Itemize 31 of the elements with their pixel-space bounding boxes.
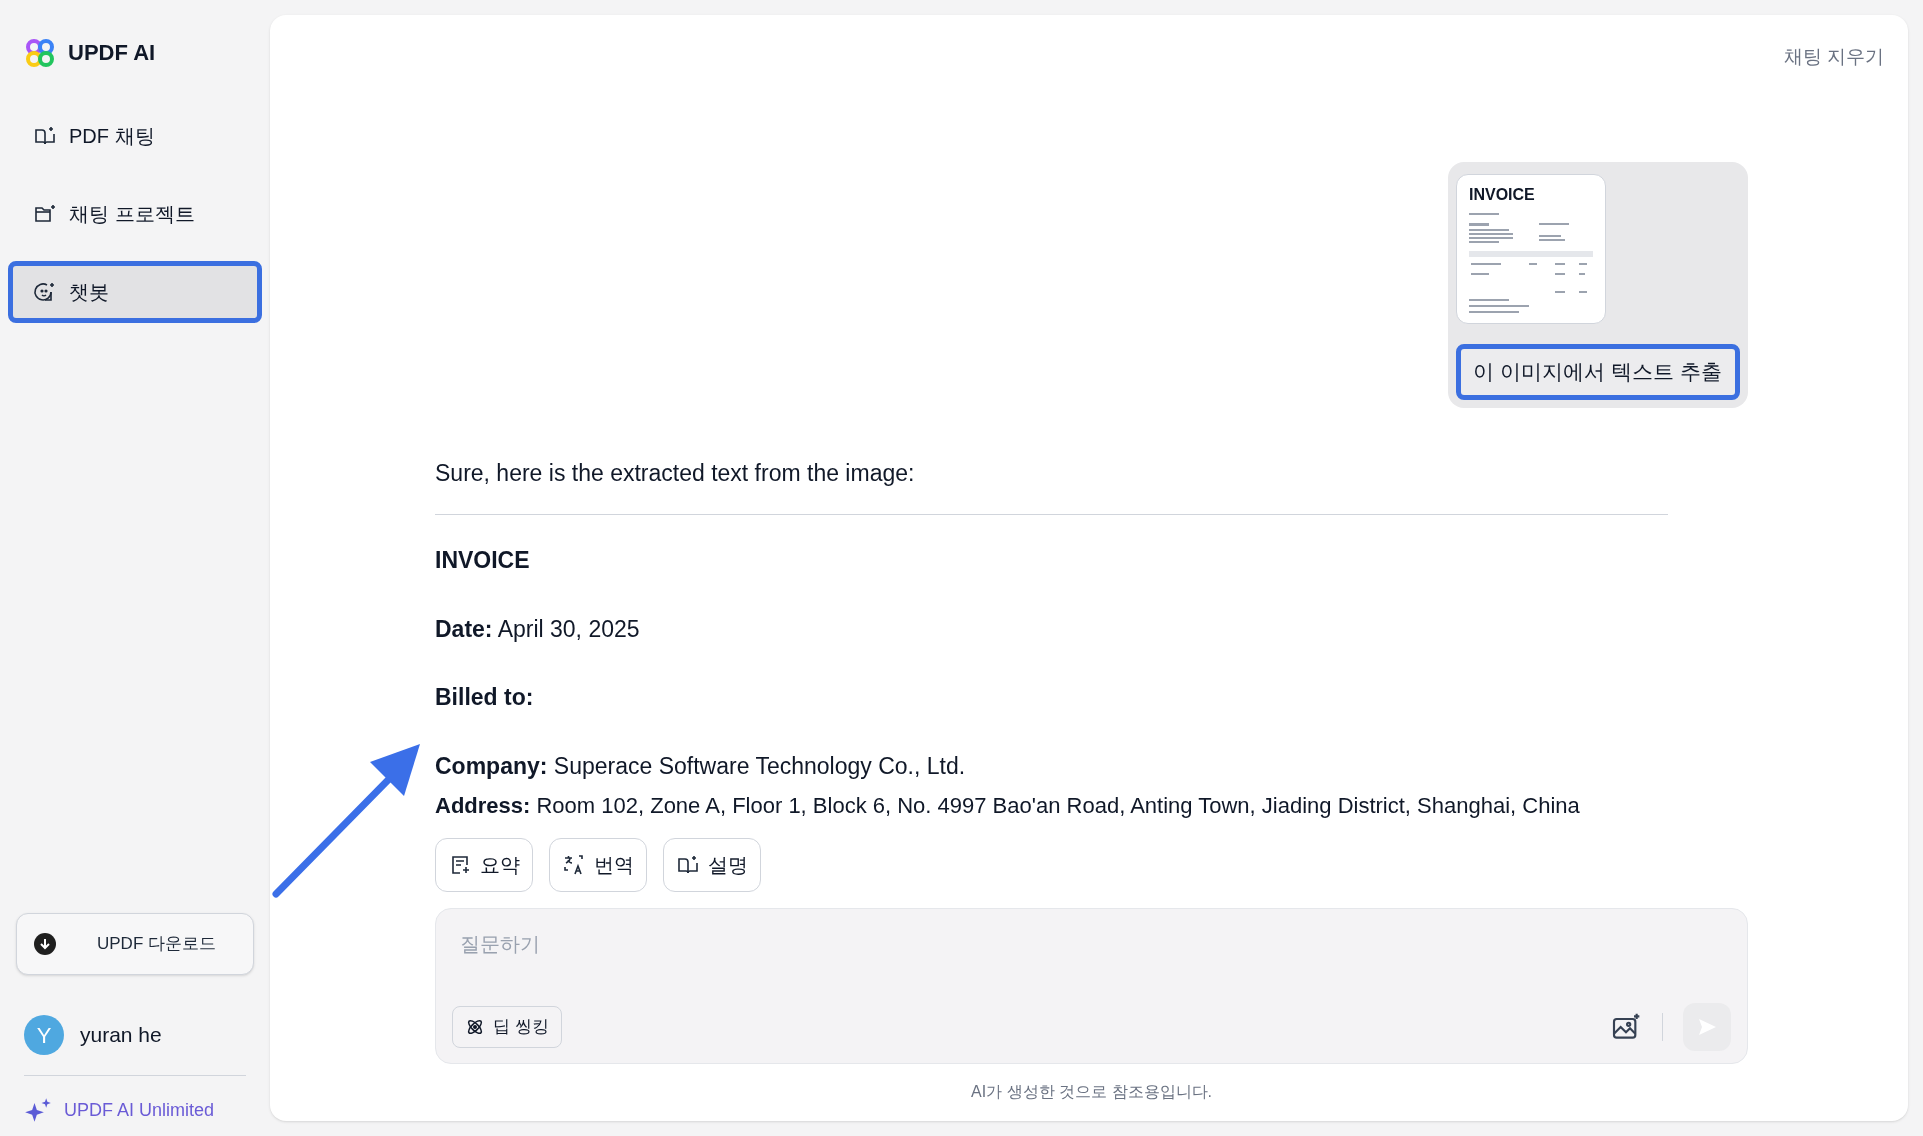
disclaimer-text: AI가 생성한 것으로 참조용입니다. bbox=[970, 1082, 1213, 1102]
app-logo-text: UPDF AI bbox=[68, 39, 156, 67]
response-line: Company: Superace Software Technology Co., Ltd. bbox=[435, 751, 967, 781]
user-avatar: Y bbox=[24, 1015, 64, 1055]
user-name: yuran he bbox=[80, 1022, 162, 1049]
response-line: Date: April 30, 2025 bbox=[435, 614, 641, 644]
invoice-thumbnail[interactable]: INVOICE bbox=[1456, 173, 1606, 324]
sidebar-item[interactable]: 채팅 프로젝트 bbox=[8, 183, 262, 245]
atom-icon bbox=[465, 1017, 485, 1037]
action-chip[interactable]: 요약 bbox=[435, 838, 533, 892]
question-field[interactable]: 질문하기 bbox=[452, 921, 1731, 967]
message-text: 이 이미지에서 텍스트 추출 bbox=[1456, 343, 1740, 400]
sidebar-item[interactable]: PDF 채팅 bbox=[8, 105, 262, 167]
action-chip[interactable]: 설명 bbox=[663, 838, 761, 892]
deep-thinking-button[interactable]: 딥 씽킹 bbox=[452, 1006, 562, 1048]
action-chip[interactable]: 번역 bbox=[549, 838, 647, 892]
download-button[interactable]: UPDF 다운로드 bbox=[16, 913, 254, 975]
invoice-title: INVOICE bbox=[1469, 184, 1536, 205]
response-line: Address: Room 102, Zone A, Floor 1, Block 6, No. 4997 Bao'an Road, Anting Town, Jiading District, Shanghai, China bbox=[435, 792, 1581, 820]
translate-icon bbox=[562, 853, 586, 877]
smiley-icon bbox=[33, 280, 57, 304]
clear-chat-button[interactable]: 채팅 지우기 bbox=[1783, 43, 1884, 72]
sidebar-item[interactable]: 챗봇 bbox=[8, 261, 262, 323]
response-line: Billed to: bbox=[435, 683, 535, 712]
plan-link[interactable]: UPDF AI Unlimited bbox=[64, 1096, 215, 1124]
sparkle-icon bbox=[24, 1096, 52, 1124]
response-line: INVOICE bbox=[435, 546, 531, 575]
response-intro: Sure, here is the extracted text from the image: bbox=[435, 458, 916, 488]
logo-icon bbox=[24, 36, 56, 69]
download-icon bbox=[33, 932, 57, 956]
question-box[interactable]: 질문하기 딥 씽킹 bbox=[435, 908, 1748, 1064]
